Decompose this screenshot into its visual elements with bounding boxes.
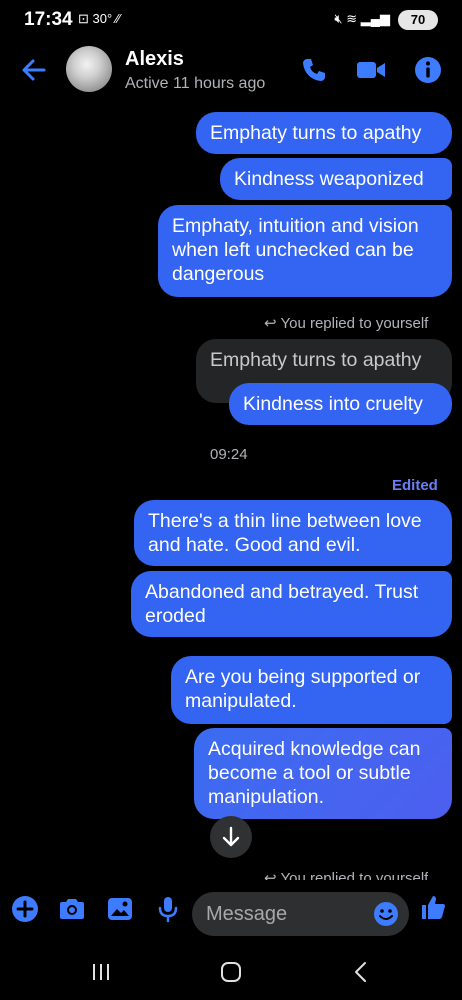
composer-bar: Message — [0, 880, 462, 946]
gallery-icon[interactable] — [105, 894, 135, 924]
system-navigation-bar — [0, 946, 462, 1000]
message-bubble[interactable]: Abandoned and betrayed. Trust eroded — [131, 571, 452, 637]
timestamp: 09:24 — [210, 446, 248, 463]
contact-name[interactable]: Alexis — [125, 48, 184, 71]
status-right-icons: 🔇︎ ≋ ▂▄▆ — [334, 11, 390, 27]
screenshot-icon: ⊡ — [78, 11, 89, 26]
chat-header: Alexis Active 11 hours ago — [0, 40, 462, 100]
plus-icon[interactable] — [10, 894, 40, 924]
message-bubble[interactable]: Kindness weaponized — [220, 158, 452, 200]
status-time: 17:34 — [24, 9, 73, 30]
mute-icon: 🔇︎ — [334, 11, 343, 26]
avatar[interactable] — [66, 46, 112, 92]
reply-arrow-icon: ↩ — [264, 871, 281, 880]
home-icon[interactable] — [216, 960, 246, 984]
edited-label: Edited — [392, 477, 438, 494]
battery-indicator: 70 — [398, 10, 438, 30]
reply-note: You replied to yourself — [280, 871, 429, 880]
status-left-icons: ⊡ 30° ⁄⁄ — [78, 11, 120, 27]
wifi-icon: ≋ — [346, 11, 358, 26]
signal-off-icon: ⁄⁄ — [115, 11, 121, 26]
status-bar: 17:34 ⊡ 30° ⁄⁄ 🔇︎ ≋ ▂▄▆ 70 — [0, 0, 462, 40]
message-bubble[interactable]: Are you being supported or manipulated. — [171, 656, 452, 724]
reply-arrow-icon: ↩ — [264, 315, 281, 332]
back-nav-icon[interactable] — [346, 960, 376, 984]
back-arrow-icon[interactable] — [18, 54, 50, 86]
message-bubble[interactable]: There's a thin line between love and hat… — [134, 500, 452, 566]
signal-icon: ▂▄▆ — [360, 11, 390, 26]
arrow-down-icon — [222, 826, 240, 847]
reply-indicator-partial: ↩ You replied to yourself — [264, 871, 428, 880]
contact-status: Active 11 hours ago — [125, 75, 266, 92]
message-bubble[interactable]: Emphaty turns to apathy — [196, 112, 452, 154]
scroll-to-bottom-button[interactable] — [210, 816, 252, 858]
camera-icon[interactable] — [57, 894, 87, 924]
video-call-icon[interactable] — [355, 54, 387, 86]
message-bubble[interactable]: Acquired knowledge can become a tool or … — [194, 728, 452, 819]
message-input[interactable]: Message — [192, 892, 409, 936]
message-bubble[interactable]: Kindness into cruelty — [229, 383, 452, 425]
reply-note: You replied to yourself — [280, 315, 429, 332]
microphone-icon[interactable] — [153, 894, 183, 924]
recent-apps-icon[interactable] — [86, 960, 116, 984]
emoji-icon[interactable] — [373, 901, 399, 927]
thumbs-up-icon[interactable] — [418, 892, 448, 922]
info-icon[interactable] — [412, 54, 444, 86]
reply-indicator: ↩ You replied to yourself — [264, 314, 428, 332]
message-placeholder: Message — [206, 903, 288, 925]
temperature-label: 30° — [92, 11, 113, 26]
phone-call-icon[interactable] — [298, 54, 330, 86]
message-bubble[interactable]: Emphaty, intuition and vision when left … — [158, 205, 452, 297]
